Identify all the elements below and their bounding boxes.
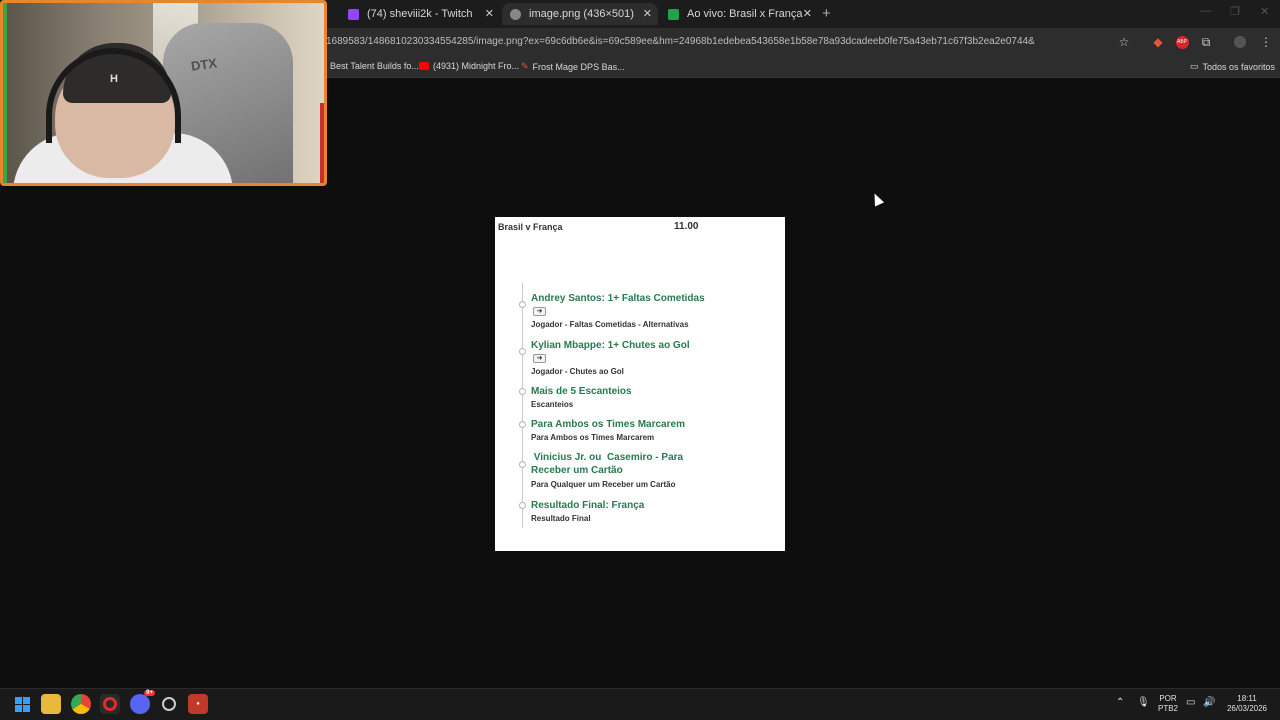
bookmark-label: (4931) Midnight Fro... bbox=[433, 61, 520, 71]
close-icon[interactable]: ✕ bbox=[803, 7, 812, 20]
market-type: Jogador bbox=[531, 367, 563, 376]
network-icon[interactable]: ▭ bbox=[1186, 698, 1195, 708]
clock[interactable]: 18:11 26/03/2026 bbox=[1222, 694, 1272, 714]
tab-twitch[interactable]: (74) sheviii2k - Twitch ✕ bbox=[340, 3, 500, 25]
new-tab-button[interactable]: + bbox=[822, 5, 831, 22]
timeline-dot bbox=[519, 461, 526, 468]
mouse-cursor bbox=[869, 191, 885, 207]
timeline-dot bbox=[519, 388, 526, 395]
match-title: Brasil v França bbox=[498, 222, 563, 232]
bookmark-item[interactable]: ✎ Frost Mage DPS Bas... bbox=[521, 61, 625, 72]
language-code: POR bbox=[1159, 694, 1177, 703]
selection-title: Mais de 5 Escanteios bbox=[531, 386, 632, 397]
selection-timeline bbox=[522, 283, 523, 528]
adblock-icon[interactable]: ABP bbox=[1174, 34, 1190, 50]
menu-icon[interactable]: ⋮ bbox=[1258, 34, 1274, 50]
chrome-icon[interactable] bbox=[71, 694, 91, 714]
start-icon[interactable] bbox=[12, 694, 32, 714]
extensions-icon[interactable]: ⧉ bbox=[1198, 34, 1214, 50]
date: 26/03/2026 bbox=[1226, 704, 1268, 713]
timeline-dot bbox=[519, 421, 526, 428]
globe-icon bbox=[510, 8, 521, 20]
ge-icon bbox=[668, 8, 679, 20]
steam-icon[interactable] bbox=[159, 694, 179, 714]
timeline-dot bbox=[519, 348, 526, 355]
input-language[interactable]: POR PTB2 bbox=[1156, 694, 1180, 714]
odds-value: 11.00 bbox=[674, 221, 699, 232]
file-explorer-icon[interactable] bbox=[41, 694, 61, 714]
market-detail: - Faltas Cometidas - Alternativas bbox=[562, 320, 689, 329]
selection-title: Andrey Santos: 1+ Faltas Cometidas bbox=[531, 293, 705, 304]
overlay-edge bbox=[320, 103, 324, 183]
close-icon[interactable]: ✕ bbox=[643, 7, 652, 20]
folder-icon: ▭ bbox=[1190, 61, 1199, 71]
profile-icon[interactable] bbox=[1232, 34, 1248, 50]
selection-market: Para Qualquer um Receber um Cartão bbox=[531, 480, 676, 489]
star-icon[interactable]: ☆ bbox=[1116, 34, 1132, 50]
selection-market: Resultado Final bbox=[531, 514, 591, 523]
bookmark-label: Best Talent Builds fo... bbox=[330, 61, 419, 71]
recording-app-icon[interactable]: ● bbox=[188, 694, 208, 714]
timeline-dot bbox=[519, 301, 526, 308]
bookmark-favicon-icon: ✎ bbox=[521, 61, 529, 71]
boost-icon: ➜ bbox=[533, 307, 546, 316]
selection-market: Jogador - Faltas Cometidas - Alternativa… bbox=[531, 320, 689, 329]
selection-market: Jogador - Chutes ao Gol bbox=[531, 367, 624, 376]
tab-title: (74) sheviii2k - Twitch bbox=[367, 8, 473, 20]
minimize-icon[interactable]: — bbox=[1200, 5, 1211, 17]
address-bar[interactable]: 1689583/1486810230334554285/image.png?ex… bbox=[326, 36, 1086, 47]
close-window-icon[interactable]: ✕ bbox=[1260, 5, 1269, 18]
timeline-dot bbox=[519, 502, 526, 509]
market-type: Jogador bbox=[531, 320, 563, 329]
keyboard-layout: PTB2 bbox=[1157, 704, 1178, 713]
selection-title: Resultado Final: França bbox=[531, 500, 645, 511]
bookmark-label: Frost Mage DPS Bas... bbox=[532, 61, 625, 72]
selection-market: Para Ambos os Times Marcarem bbox=[531, 433, 655, 442]
twitch-icon bbox=[348, 8, 359, 20]
bet-slip-image: Brasil v França 11.00 Andrey Santos: 1+ … bbox=[495, 217, 785, 551]
selection-market: Escanteios bbox=[531, 400, 574, 409]
selection-title: Vinicius Jr. ou Casemiro - Para Receber … bbox=[531, 452, 686, 476]
time: 18:11 bbox=[1237, 694, 1257, 703]
youtube-icon bbox=[419, 62, 429, 70]
chevron-up-icon[interactable]: ⌃ bbox=[1116, 698, 1124, 708]
discord-badge: 9+ bbox=[144, 690, 155, 696]
tab-image[interactable]: image.png (436×501) ✕ bbox=[502, 3, 658, 25]
tab-title: Ao vivo: Brasil x França | Amisto bbox=[687, 8, 805, 20]
selection-title: Kylian Mbappe: 1+ Chutes ao Gol bbox=[531, 340, 690, 351]
bookmark-item[interactable]: Best Talent Builds fo... bbox=[330, 61, 419, 71]
microphone-icon[interactable]: 🎙 bbox=[1137, 698, 1150, 708]
all-bookmarks[interactable]: ▭ Todos os favoritos bbox=[1190, 61, 1275, 72]
market-detail: - Chutes ao Gol bbox=[562, 367, 624, 376]
maximize-icon[interactable]: ❐ bbox=[1230, 5, 1240, 18]
close-icon[interactable]: ✕ bbox=[485, 7, 494, 20]
webcam-overlay: DTX H bbox=[0, 0, 327, 186]
volume-icon[interactable]: 🔊 bbox=[1203, 698, 1215, 708]
overlay-edge bbox=[3, 3, 7, 183]
bookmark-item[interactable]: (4931) Midnight Fro... bbox=[419, 61, 519, 71]
opera-icon[interactable] bbox=[100, 694, 120, 714]
selection-title: Para Ambos os Times Marcarem bbox=[531, 419, 685, 430]
extension-fox-icon[interactable]: ◆ bbox=[1150, 34, 1166, 50]
boost-icon: ➜ bbox=[533, 354, 546, 363]
tab-title: image.png (436×501) bbox=[529, 8, 634, 20]
discord-icon[interactable]: 9+ bbox=[130, 690, 155, 714]
all-bookmarks-label: Todos os favoritos bbox=[1202, 61, 1276, 72]
tab-live-match[interactable]: Ao vivo: Brasil x França | Amisto ✕ bbox=[660, 3, 818, 25]
